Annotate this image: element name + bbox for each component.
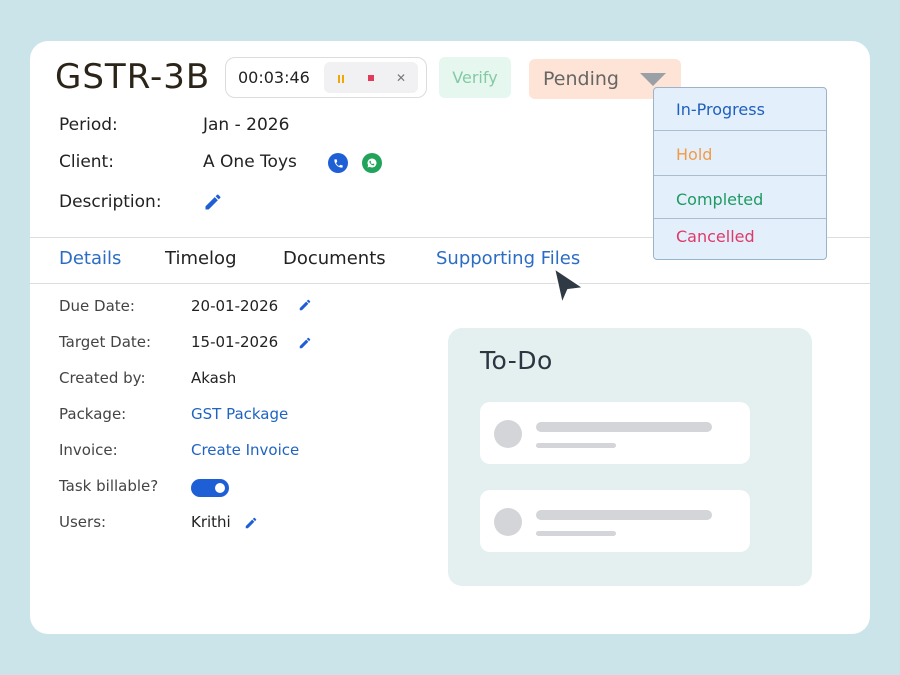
users-label: Users: — [59, 513, 107, 531]
phone-icon[interactable] — [328, 153, 348, 173]
chevron-down-icon — [640, 73, 666, 86]
whatsapp-icon[interactable] — [362, 153, 382, 173]
created-by-label: Created by: — [59, 369, 146, 387]
tab-details[interactable]: Details — [59, 248, 121, 269]
status-value: Pending — [543, 68, 619, 90]
create-invoice-link[interactable]: Create Invoice — [191, 441, 299, 459]
edit-due-date-icon[interactable] — [298, 298, 312, 312]
users-value: Krithi — [191, 513, 231, 531]
period-label: Period: — [59, 115, 118, 135]
todo-placeholder-line — [536, 531, 616, 536]
stop-button[interactable] — [356, 62, 386, 93]
status-option-cancelled[interactable]: Cancelled — [654, 227, 826, 246]
billable-toggle[interactable] — [191, 479, 229, 497]
billable-label: Task billable? — [59, 477, 159, 495]
close-icon: ✕ — [395, 70, 407, 85]
divider — [654, 175, 826, 176]
verify-button[interactable]: Verify — [439, 57, 511, 98]
package-label: Package: — [59, 405, 127, 423]
todo-panel: To-Do — [448, 328, 812, 586]
status-option-in-progress[interactable]: In-Progress — [654, 100, 826, 119]
status-option-hold[interactable]: Hold — [654, 145, 826, 164]
due-date-value: 20-01-2026 — [191, 297, 279, 315]
mouse-cursor-icon — [552, 266, 586, 310]
timer-widget: 00:03:46 ✕ — [225, 57, 427, 98]
edit-target-date-icon[interactable] — [298, 336, 312, 350]
todo-placeholder-item — [480, 402, 750, 464]
package-link[interactable]: GST Package — [191, 405, 288, 423]
status-menu: In-Progress Hold Completed Cancelled — [653, 87, 827, 260]
client-label: Client: — [59, 152, 114, 172]
created-by-value: Akash — [191, 369, 237, 387]
divider — [654, 218, 826, 219]
todo-placeholder-line — [536, 510, 712, 520]
tab-documents[interactable]: Documents — [283, 248, 386, 269]
edit-users-icon[interactable] — [244, 516, 258, 530]
todo-title: To-Do — [480, 346, 553, 375]
divider — [654, 130, 826, 131]
invoice-label: Invoice: — [59, 441, 118, 459]
stop-icon — [368, 74, 374, 81]
period-value: Jan - 2026 — [203, 115, 290, 135]
timer-controls: ✕ — [324, 62, 418, 93]
todo-placeholder-line — [536, 422, 712, 432]
todo-placeholder-avatar — [494, 420, 522, 448]
page-title: GSTR-3B — [55, 57, 211, 97]
divider — [30, 283, 870, 284]
todo-placeholder-avatar — [494, 508, 522, 536]
target-date-value: 15-01-2026 — [191, 333, 279, 351]
client-value: A One Toys — [203, 152, 297, 172]
todo-placeholder-line — [536, 443, 616, 448]
target-date-label: Target Date: — [59, 333, 152, 351]
description-label: Description: — [59, 192, 162, 212]
close-timer-button[interactable]: ✕ — [386, 62, 416, 93]
status-option-completed[interactable]: Completed — [654, 190, 826, 209]
todo-placeholder-item — [480, 490, 750, 552]
pause-button[interactable] — [326, 62, 356, 93]
toggle-knob — [215, 483, 225, 493]
edit-description-icon[interactable] — [203, 192, 223, 212]
timer-value: 00:03:46 — [238, 68, 310, 87]
pause-icon — [337, 68, 345, 87]
due-date-label: Due Date: — [59, 297, 135, 315]
tab-timelog[interactable]: Timelog — [165, 248, 237, 269]
